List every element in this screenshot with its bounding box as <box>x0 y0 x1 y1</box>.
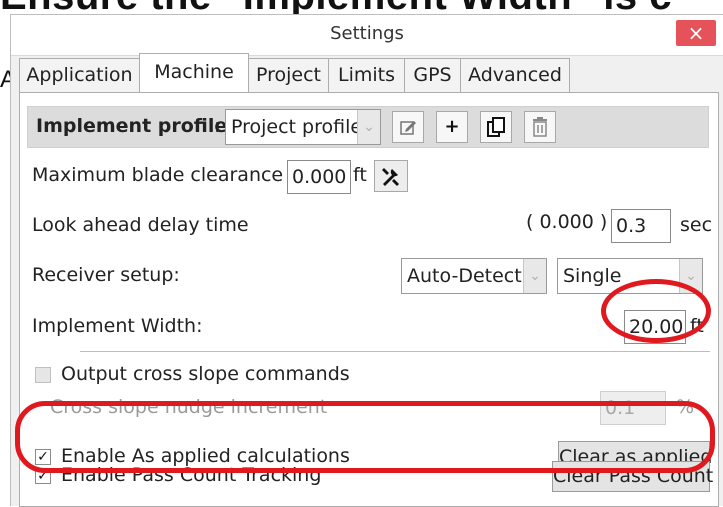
as-applied-highlight-outline <box>15 401 715 473</box>
implement-width-highlight-oval <box>601 279 711 343</box>
tab-application[interactable]: Application <box>19 58 140 92</box>
look-ahead-unit: sec <box>680 214 713 236</box>
blade-clearance-label: Maximum blade clearance : <box>32 164 296 186</box>
tab-project[interactable]: Project <box>248 58 329 92</box>
receiver-setup-label: Receiver setup: <box>32 264 180 286</box>
tab-bar: Application Machine Project Limits GPS A… <box>19 53 719 93</box>
close-button[interactable]: × <box>676 20 716 46</box>
chevron-down-icon: ⌄ <box>523 259 546 293</box>
window-title: Settings <box>330 23 404 44</box>
edit-profile-button[interactable] <box>392 111 424 143</box>
copy-profile-button[interactable] <box>480 111 512 143</box>
tools-icon <box>382 168 399 186</box>
tab-machine[interactable]: Machine <box>139 53 249 93</box>
look-ahead-label: Look ahead delay time <box>32 214 249 236</box>
look-ahead-input[interactable]: 0.3 <box>611 209 671 243</box>
cross-slope-label: Output cross slope commands <box>61 363 350 385</box>
blade-clearance-input[interactable]: 0.000 <box>287 160 351 194</box>
edit-icon <box>400 121 416 135</box>
blade-clearance-unit: ft <box>353 164 367 186</box>
chevron-down-icon: ⌄ <box>357 110 380 144</box>
copy-icon <box>487 117 505 137</box>
section-divider <box>80 351 710 352</box>
implement-profile-select[interactable]: Project profile ⌄ <box>225 109 381 145</box>
receiver-mode-select[interactable]: Auto-Detect ⌄ <box>401 258 547 294</box>
delete-profile-button[interactable] <box>524 111 556 143</box>
tab-gps[interactable]: GPS <box>404 58 461 92</box>
tab-advanced[interactable]: Advanced <box>460 58 570 92</box>
implement-profile-value: Project profile <box>231 116 363 138</box>
trash-icon <box>533 117 547 137</box>
implement-width-label: Implement Width: <box>32 315 203 337</box>
title-bar[interactable]: Settings × <box>11 15 723 56</box>
implement-profile-label: Implement profile <box>36 115 228 137</box>
blade-clearance-tool-button[interactable] <box>374 160 408 192</box>
look-ahead-readout: ( 0.000 ) <box>526 211 608 233</box>
receiver-mode-value: Auto-Detect <box>407 265 522 287</box>
add-profile-button[interactable]: + <box>436 111 468 143</box>
close-icon: × <box>687 21 705 45</box>
implement-profile-bar: Implement profile : Project profile ⌄ + <box>27 106 709 148</box>
implement-profile-colon: : <box>214 115 221 137</box>
cross-slope-checkbox[interactable] <box>35 367 51 383</box>
tab-limits[interactable]: Limits <box>328 58 405 92</box>
plus-icon: + <box>444 116 460 137</box>
receiver-type-value: Single <box>563 265 622 287</box>
